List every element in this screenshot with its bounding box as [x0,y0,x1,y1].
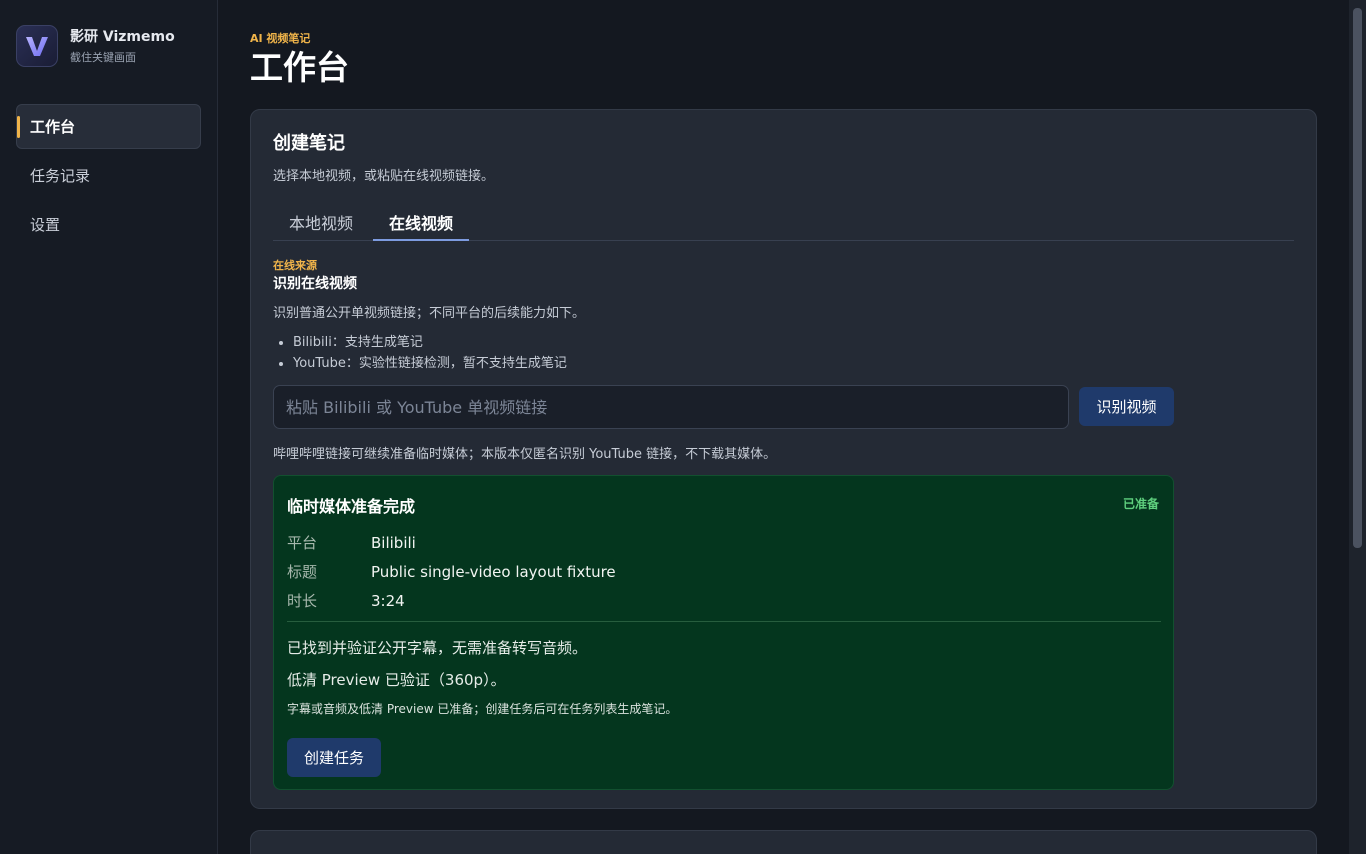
card-subtitle: 选择本地视频，或粘贴在线视频链接。 [273,169,495,184]
meta-value: Public single-video layout fixture [371,562,616,581]
online-source-title: 识别在线视频 [273,276,357,292]
create-note-card: 创建笔记 选择本地视频，或粘贴在线视频链接。 本地视频 在线视频 在线来源 识别… [250,109,1317,809]
meta-key: 标题 [287,563,318,581]
list-item: Bilibili：支持生成笔记 [293,332,567,353]
meta-value: Bilibili [371,533,416,552]
brand-name: 影研 Vizmemo [70,28,175,45]
source-tabs: 本地视频 在线视频 [273,202,1294,241]
list-item: YouTube：实验性链接检测，暂不支持生成笔记 [293,353,567,374]
result-title: 临时媒体准备完成 [287,497,416,516]
card-title: 创建笔记 [273,133,345,154]
brand: 影研 Vizmemo 截住关键画面 [16,25,175,67]
ready-note-text: 字幕或音频及低清 Preview 已准备；创建任务后可在任务列表生成笔记。 [287,702,678,716]
page-eyebrow: AI 视频笔记 [250,32,311,45]
platform-list: Bilibili：支持生成笔记 YouTube：实验性链接检测，暂不支持生成笔记 [293,332,567,374]
recognize-video-button[interactable]: 识别视频 [1079,387,1174,426]
create-task-button[interactable]: 创建任务 [287,738,381,777]
meta-row-duration: 时长 3:24 [287,586,616,615]
online-hint: 哔哩哔哩链接可继续准备临时媒体；本版本仅匿名识别 YouTube 链接，不下载其… [273,447,777,462]
media-meta: 平台 Bilibili 标题 Public single-video layou… [287,528,616,615]
page-title: 工作台 [250,48,349,87]
subtitle-status-text: 已找到并验证公开字幕，无需准备转写音频。 [287,639,588,657]
preview-status-text: 低清 Preview 已验证（360p）。 [287,671,506,689]
sidebar-item-settings[interactable]: 设置 [16,202,201,247]
status-badge: 已准备 [1122,497,1159,511]
tab-online-video[interactable]: 在线视频 [373,202,470,241]
sidebar: 影研 Vizmemo 截住关键画面 工作台 任务记录 设置 [0,0,218,854]
media-ready-panel: 临时媒体准备完成 已准备 平台 Bilibili 标题 Public singl… [273,475,1174,790]
next-card [250,830,1317,854]
meta-value: 3:24 [371,591,405,610]
meta-key: 时长 [287,592,318,610]
meta-key: 平台 [287,534,318,552]
divider [287,621,1161,622]
v-logo-icon [16,25,58,67]
sidebar-item-workbench[interactable]: 工作台 [16,104,201,149]
video-url-input[interactable] [273,385,1069,429]
online-source-description: 识别普通公开单视频链接；不同平台的后续能力如下。 [273,306,586,321]
online-source-eyebrow: 在线来源 [273,259,317,272]
tab-local-video[interactable]: 本地视频 [273,202,369,241]
scrollbar-thumb[interactable] [1353,8,1362,548]
meta-row-title: 标题 Public single-video layout fixture [287,557,616,586]
sidebar-nav: 工作台 任务记录 设置 [16,104,201,251]
scrollbar[interactable] [1349,0,1366,854]
brand-tagline: 截住关键画面 [70,50,136,64]
meta-row-platform: 平台 Bilibili [287,528,616,557]
sidebar-item-task-history[interactable]: 任务记录 [16,153,201,198]
